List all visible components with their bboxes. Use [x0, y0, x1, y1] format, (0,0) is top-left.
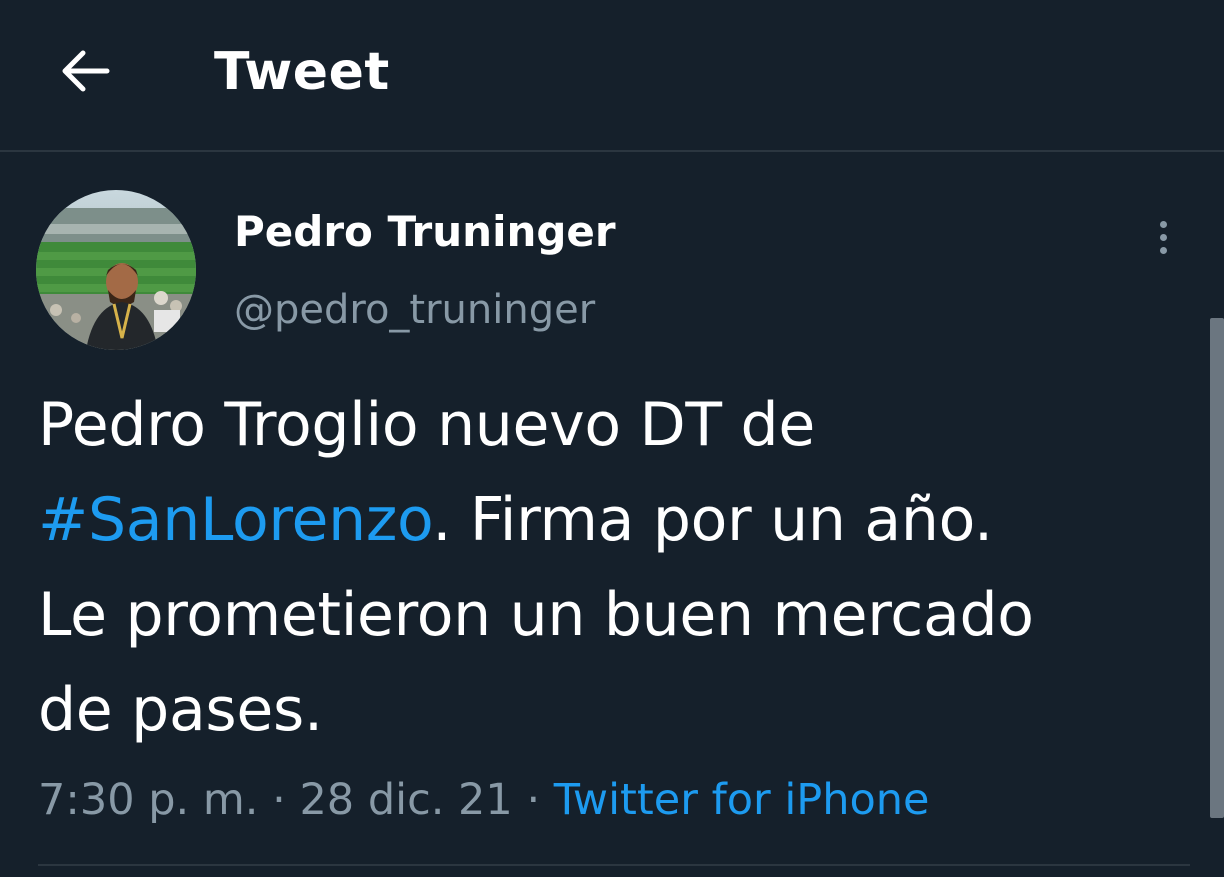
- hashtag-link[interactable]: #SanLorenzo: [38, 485, 433, 555]
- divider: [38, 864, 1190, 866]
- scrollbar[interactable]: [1210, 318, 1224, 818]
- tweet-line: Pedro Troglio nuevo DT de: [38, 390, 815, 460]
- avatar[interactable]: [36, 190, 196, 350]
- page-title: Tweet: [214, 42, 390, 102]
- tweet-date: 28 dic. 21: [299, 775, 513, 825]
- top-bar: Tweet: [0, 0, 1224, 152]
- more-dot: [1159, 220, 1167, 228]
- author-handle[interactable]: @pedro_truninger: [234, 283, 595, 337]
- tweet-time: 7:30 p. m.: [38, 775, 259, 825]
- tweet-screen: Tweet Pedro Truninger @pedro_truninger P…: [0, 0, 1224, 877]
- tweet-line: de pases.: [38, 675, 323, 745]
- author-name[interactable]: Pedro Truninger: [234, 204, 616, 260]
- more-dot: [1159, 233, 1167, 241]
- back-button[interactable]: [50, 40, 120, 106]
- tweet-source-link[interactable]: Twitter for iPhone: [554, 775, 930, 825]
- tweet-meta: 7:30 p. m. · 28 dic. 21 · Twitter for iP…: [38, 772, 930, 828]
- more-options-button[interactable]: [1146, 212, 1180, 262]
- meta-separator: ·: [272, 775, 286, 825]
- more-dot: [1159, 246, 1167, 254]
- arrow-left-icon: [59, 49, 111, 97]
- tweet-line: Le prometieron un buen mercado: [38, 580, 1034, 650]
- tweet-line: #SanLorenzo. Firma por un año.: [38, 473, 1178, 568]
- meta-separator: ·: [526, 775, 541, 825]
- tweet-line-text: . Firma por un año.: [432, 485, 993, 555]
- avatar-photo: [36, 190, 196, 350]
- tweet-text: Pedro Troglio nuevo DT de #SanLorenzo. F…: [38, 378, 1178, 758]
